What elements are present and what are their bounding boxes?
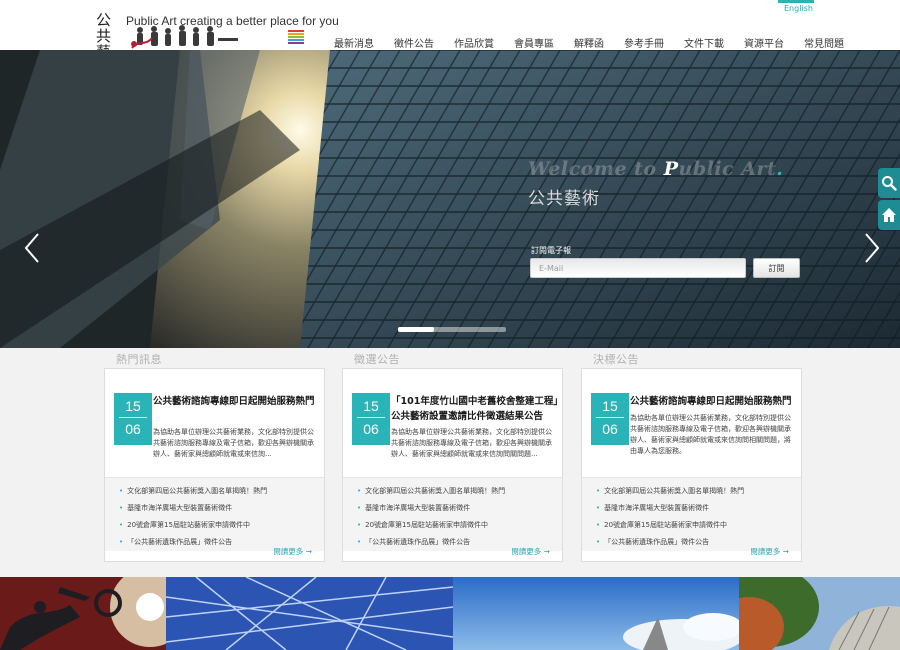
section-title: 決標公告 — [593, 353, 639, 366]
nav-item-news[interactable]: 最新消息 — [334, 35, 374, 50]
welcome-text-p: P — [663, 158, 679, 180]
featured-excerpt: 為協助各單位辦理公共藝術業務，文化部特別提供公共藝術諮詢服務專線及電子信箱，歡迎… — [630, 414, 791, 455]
logo-color-bars — [288, 30, 304, 44]
list-item[interactable]: 20號倉庫第15屆駐站藝術家申請徵件中 — [357, 517, 562, 534]
date-badge: 15 06 — [352, 393, 390, 445]
section-award-announcements: 決標公告 15 06 公共藝術諮詢專線即日起開始服務熱門 為協助各單位辦理公共藝… — [581, 352, 802, 562]
hero-background-image — [0, 50, 900, 348]
date-divider — [596, 417, 624, 418]
read-more-link[interactable]: 閱讀更多 ➞ — [273, 546, 312, 557]
arrow-right-icon: ➞ — [782, 547, 789, 556]
featured-headline[interactable]: 公共藝術諮詢專線即日起開始服務熱門 — [153, 394, 323, 409]
welcome-text-rest: ublic Art — [678, 158, 777, 180]
featured-headline[interactable]: 公共藝術諮詢專線即日起開始服務熱門 — [630, 394, 800, 409]
list-item[interactable]: 基隆市海洋廣場大型裝置藝術徵件 — [357, 500, 562, 517]
search-icon — [882, 176, 897, 191]
date-badge: 15 06 — [114, 393, 152, 445]
nav-item-manual[interactable]: 參考手冊 — [624, 35, 664, 50]
gallery-image[interactable] — [739, 577, 900, 650]
featured-excerpt: 為協助各單位辦理公共藝術業務，文化部特別提供公共藝術諮詢服務專線及電子信箱，歡迎… — [391, 428, 552, 458]
hero-welcome-text: Welcome to Public Art. — [528, 158, 783, 180]
date-day: 15 — [602, 398, 618, 414]
date-divider — [357, 417, 385, 418]
main-nav: 最新消息 徵件公告 作品欣賞 會員專區 解釋函 參考手冊 文件下載 資源平台 常… — [326, 35, 844, 50]
home-icon — [882, 208, 896, 222]
date-day: 15 — [363, 398, 379, 414]
english-link[interactable]: English — [784, 4, 813, 13]
email-input[interactable] — [530, 258, 746, 278]
nav-item-interpretations[interactable]: 解釋函 — [574, 35, 604, 50]
featured-excerpt: 為協助各單位辦理公共藝術業務，文化部特別提供公共藝術諮詢服務專線及電子信箱，歡迎… — [153, 428, 314, 458]
welcome-text-pre: Welcome to — [528, 158, 664, 180]
nav-item-members[interactable]: 會員專區 — [514, 35, 554, 50]
section-title: 熱門訊息 — [116, 353, 162, 366]
list-item[interactable]: 文化部第四屆公共藝術獎入圍名單揭曉！熱門 — [357, 483, 562, 500]
read-more-label: 閱讀更多 — [750, 547, 781, 556]
nav-item-call-for-entries[interactable]: 徵件公告 — [394, 35, 434, 50]
date-month: 06 — [602, 421, 618, 437]
date-month: 06 — [125, 421, 141, 437]
gallery-strip — [0, 577, 900, 650]
side-toolbar — [878, 168, 900, 232]
news-list: 文化部第四屆公共藝術獎入圍名單揭曉！熱門 基隆市海洋廣場大型裝置藝術徵件 20號… — [343, 477, 562, 551]
hero-chinese-title: 公共藝術 — [528, 189, 600, 209]
home-button[interactable] — [878, 200, 900, 230]
logo-figures-graphic — [131, 25, 238, 49]
list-item[interactable]: 基隆市海洋廣場大型裝置藝術徵件 — [596, 500, 801, 517]
hero-banner: Welcome to Public Art. 公共藝術 訂閱電子報 訂閱 — [0, 50, 900, 348]
read-more-link[interactable]: 閱讀更多 ➞ — [511, 546, 550, 557]
arrow-right-icon: ➞ — [305, 547, 312, 556]
arrow-right-icon: ➞ — [543, 547, 550, 556]
list-item[interactable]: 文化部第四屆公共藝術獎入圍名單揭曉！熱門 — [596, 483, 801, 500]
slider-indicator-active — [398, 327, 434, 332]
date-month: 06 — [363, 421, 379, 437]
language-tab-strip — [778, 0, 814, 3]
read-more-label: 閱讀更多 — [273, 547, 304, 556]
news-list: 文化部第四屆公共藝術獎入圍名單揭曉！熱門 基隆市海洋廣場大型裝置藝術徵件 20號… — [105, 477, 324, 551]
site-logo[interactable]: 公共藝術 Public Art creating a better place … — [96, 12, 339, 76]
nav-item-faq[interactable]: 常見問題 — [804, 35, 844, 50]
subscribe-label: 訂閱電子報 — [531, 246, 571, 255]
list-item[interactable]: 20號倉庫第15屆駐站藝術家申請徵件中 — [119, 517, 324, 534]
list-item[interactable]: 20號倉庫第15屆駐站藝術家申請徵件中 — [596, 517, 801, 534]
header: English 公共藝術 Public Art creating a bette… — [0, 0, 900, 76]
list-item[interactable]: 基隆市海洋廣場大型裝置藝術徵件 — [119, 500, 324, 517]
date-badge: 15 06 — [591, 393, 629, 445]
search-button[interactable] — [878, 168, 900, 198]
read-more-label: 閱讀更多 — [511, 547, 542, 556]
section-title: 徵選公告 — [354, 353, 400, 366]
news-card: 15 06 「101年度竹山國中老舊校舍整建工程」公共藝術設置邀請比件徵選結果公… — [342, 368, 563, 562]
chevron-left-icon[interactable] — [22, 230, 42, 266]
nav-item-works[interactable]: 作品欣賞 — [454, 35, 494, 50]
gallery-image[interactable] — [0, 577, 166, 650]
news-card: 15 06 公共藝術諮詢專線即日起開始服務熱門 為協助各單位辦理公共藝術業務，文… — [581, 368, 802, 562]
welcome-text-dot: . — [776, 158, 784, 180]
featured-headline[interactable]: 「101年度竹山國中老舊校舍整建工程」公共藝術設置邀請比件徵選結果公告 — [391, 394, 561, 424]
section-hot-news: 熱門訊息 15 06 公共藝術諮詢專線即日起開始服務熱門 為協助各單位辦理公共藝… — [104, 352, 325, 562]
gallery-image[interactable] — [166, 577, 453, 650]
gallery-image[interactable] — [453, 577, 739, 650]
subscribe-button[interactable]: 訂閱 — [753, 258, 800, 278]
news-card: 15 06 公共藝術諮詢專線即日起開始服務熱門 為協助各單位辦理公共藝術業務，文… — [104, 368, 325, 562]
date-day: 15 — [125, 398, 141, 414]
section-call-for-entries: 徵選公告 15 06 「101年度竹山國中老舊校舍整建工程」公共藝術設置邀請比件… — [342, 352, 563, 562]
nav-item-downloads[interactable]: 文件下載 — [684, 35, 724, 50]
read-more-link[interactable]: 閱讀更多 ➞ — [750, 546, 789, 557]
nav-item-resources[interactable]: 資源平台 — [744, 35, 784, 50]
date-divider — [119, 417, 147, 418]
news-list: 文化部第四屆公共藝術獎入圍名單揭曉！熱門 基隆市海洋廣場大型裝置藝術徵件 20號… — [582, 477, 801, 551]
list-item[interactable]: 文化部第四屆公共藝術獎入圍名單揭曉！熱門 — [119, 483, 324, 500]
chevron-right-icon[interactable] — [862, 230, 882, 266]
slider-indicator[interactable] — [398, 327, 506, 332]
